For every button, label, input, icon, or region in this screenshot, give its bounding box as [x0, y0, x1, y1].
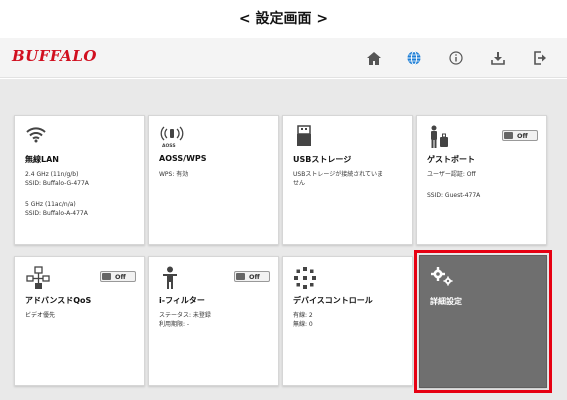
usb-status-line-2: せん: [293, 179, 306, 187]
toggle-label: Off: [249, 273, 260, 281]
device-cluster-icon: [293, 266, 319, 290]
qos-toggle[interactable]: Off: [100, 271, 136, 282]
tile-title: AOSS/WPS: [159, 154, 207, 163]
guest-luggage-icon: [427, 125, 453, 149]
tile-title: ゲストポート: [427, 155, 475, 164]
top-header: BUFFALO: [0, 38, 567, 78]
tile-i-filter[interactable]: Off i-フィルター ステータス: 未登録 利用期限: -: [148, 256, 279, 386]
wlan-5-band: 5 GHz (11ac/n/a): [25, 201, 76, 208]
buffalo-logo[interactable]: BUFFALO: [12, 47, 97, 65]
tile-aoss-wps[interactable]: AOSS AOSS/WPS WPS: 有効: [148, 115, 279, 245]
home-icon[interactable]: [364, 48, 384, 68]
page-caption: < 設定画面 >: [238, 11, 329, 27]
guest-ssid: SSID: Guest-477A: [427, 192, 481, 199]
tile-guest-port[interactable]: Off ゲストポート ユーザー認証: Off SSID: Guest-477A: [416, 115, 547, 245]
i-filter-toggle[interactable]: Off: [234, 271, 270, 282]
toggle-knob: [504, 132, 513, 139]
guest-auth: ユーザー認証: Off: [427, 171, 476, 178]
qos-info: ビデオ優先: [25, 312, 55, 321]
tile-title: 無線LAN: [25, 155, 59, 164]
qos-mode: ビデオ優先: [25, 312, 56, 319]
usb-info: USBストレージが接続されていま せん: [293, 171, 383, 188]
i-filter-status: ステータス: 未登録: [159, 312, 211, 319]
guest-toggle[interactable]: Off: [502, 130, 538, 141]
tile-title: デバイスコントロール: [293, 296, 373, 305]
toggle-knob: [236, 273, 245, 280]
tile-wireless-lan[interactable]: 無線LAN 2.4 GHz (11n/g/b) SSID: Buffalo-G-…: [14, 115, 145, 245]
aoss-info: WPS: 有効: [159, 171, 188, 180]
wired-count: 有線: 2: [293, 312, 313, 319]
guest-info: ユーザー認証: Off: [427, 171, 476, 180]
wlan-24ghz-info: 2.4 GHz (11n/g/b) SSID: Buffalo-G-477A: [25, 171, 89, 188]
tile-advanced-qos[interactable]: Off アドバンスドQoS ビデオ優先: [14, 256, 145, 386]
wlan-24-band: 2.4 GHz (11n/g/b): [25, 171, 79, 178]
tile-usb-storage[interactable]: USBストレージ USBストレージが接続されていま せん: [282, 115, 413, 245]
toggle-label: Off: [115, 273, 126, 281]
info-icon[interactable]: [446, 48, 466, 68]
tile-device-control[interactable]: デバイスコントロール 有線: 2 無線: 0: [282, 256, 413, 386]
toggle-label: Off: [517, 132, 528, 140]
tile-title: アドバンスドQoS: [25, 296, 92, 305]
wireless-count: 無線: 0: [293, 320, 313, 328]
wps-status: WPS: 有効: [159, 171, 189, 178]
person-icon: [159, 266, 185, 290]
qos-network-icon: [25, 266, 51, 290]
i-filter-info: ステータス: 未登録 利用期限: -: [159, 312, 211, 329]
toggle-knob: [102, 273, 111, 280]
tile-title: i-フィルター: [159, 296, 205, 305]
highlight-frame: [414, 250, 552, 393]
download-icon[interactable]: [488, 48, 508, 68]
wlan-5-ssid: SSID: Buffalo-A-477A: [25, 209, 88, 217]
logout-icon[interactable]: [530, 48, 550, 68]
i-filter-expiry: 利用期限: -: [159, 320, 190, 328]
wifi-icon: [25, 125, 51, 149]
tile-title: USBストレージ: [293, 155, 352, 164]
wlan-24-ssid: SSID: Buffalo-G-477A: [25, 179, 89, 187]
aoss-icon-label: AOSS: [162, 144, 176, 149]
device-info: 有線: 2 無線: 0: [293, 312, 313, 329]
usb-status-line-1: USBストレージが接続されていま: [293, 171, 384, 178]
globe-icon[interactable]: [404, 48, 424, 68]
wlan-5ghz-info: 5 GHz (11ac/n/a) SSID: Buffalo-A-477A: [25, 201, 88, 218]
usb-icon: [293, 125, 319, 149]
